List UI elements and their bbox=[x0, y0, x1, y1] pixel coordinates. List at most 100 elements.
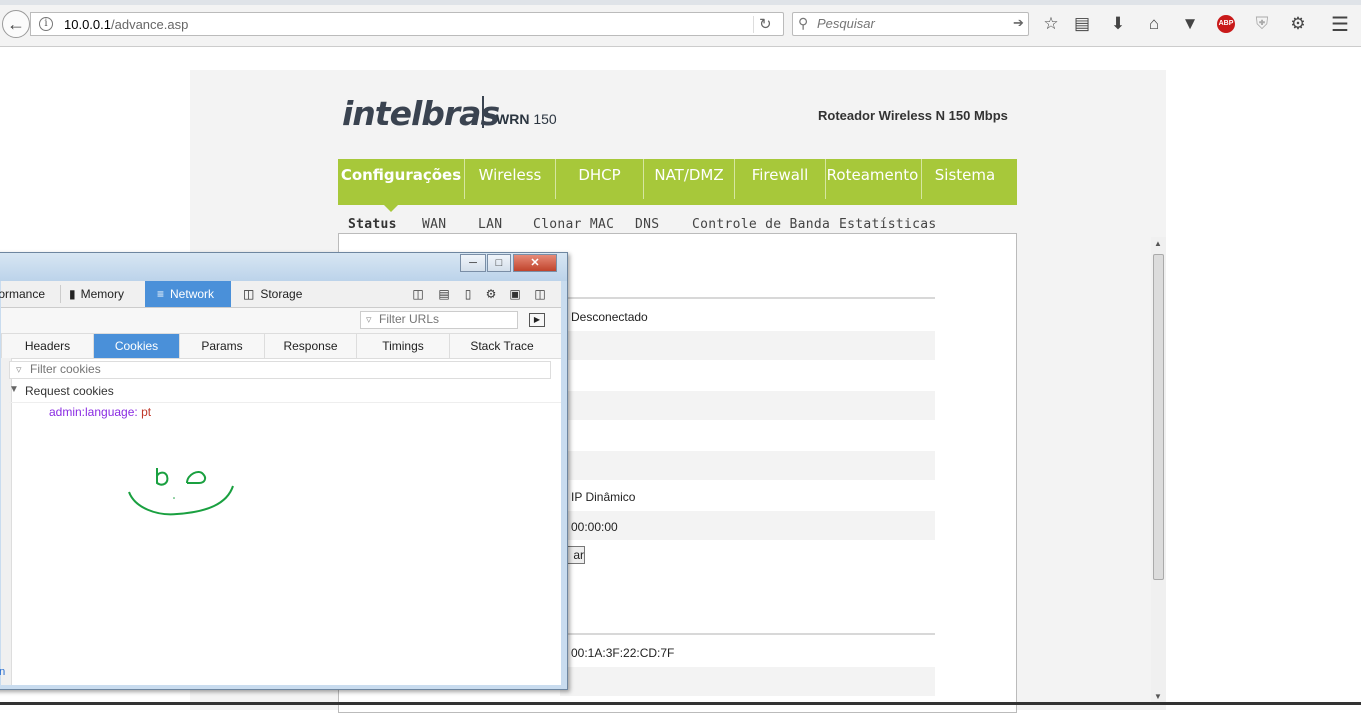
tab-memory-label: Memory bbox=[80, 287, 124, 301]
extension-icon[interactable]: ⚙ bbox=[1287, 13, 1309, 35]
adblock-icon[interactable]: ABP bbox=[1215, 13, 1237, 35]
nav-dhcp[interactable]: DHCP bbox=[556, 159, 643, 201]
settings-icon[interactable]: ⚙ bbox=[483, 286, 499, 302]
subtab-timings[interactable]: Timings bbox=[356, 334, 449, 358]
tab-performance[interactable]: rformance bbox=[0, 281, 57, 307]
nav-sistema[interactable]: Sistema bbox=[922, 159, 1008, 201]
mac-value: 00:1A:3F:22:CD:7F bbox=[571, 646, 675, 660]
reload-icon[interactable]: ↻ bbox=[759, 15, 772, 33]
subnav-controle-de-banda[interactable]: Controle de Banda bbox=[692, 217, 830, 232]
info-icon[interactable]: i bbox=[39, 17, 53, 31]
devtools-tabs: rformance ▮Memory ≡Network ◫Storage ◫ ▤ … bbox=[0, 281, 561, 308]
cookie-name: admin:language: bbox=[49, 405, 138, 419]
responsive-icon[interactable]: ▯ bbox=[460, 286, 476, 302]
request-cookies-header[interactable]: ▼ Request cookies bbox=[9, 382, 561, 403]
tab-storage[interactable]: ◫ Storage bbox=[243, 281, 323, 307]
nav-roteamento[interactable]: Roteamento bbox=[824, 159, 921, 201]
reading-list-icon[interactable]: ▤ bbox=[1071, 13, 1093, 35]
tab-network-label: Network bbox=[170, 287, 215, 301]
nav-firewall[interactable]: Firewall bbox=[735, 159, 825, 201]
dock-bottom-icon[interactable]: ▣ bbox=[507, 286, 523, 302]
cookie-value: pt bbox=[141, 405, 152, 419]
star-icon[interactable]: ☆ bbox=[1040, 13, 1062, 35]
section-divider bbox=[560, 297, 935, 299]
url-host: 10.0.0.1 bbox=[64, 17, 111, 32]
dock-side-icon[interactable]: ◫ bbox=[532, 286, 548, 302]
right-eye-stroke bbox=[186, 471, 207, 484]
pocket-icon[interactable]: ▼ bbox=[1179, 13, 1201, 35]
network-filter-row: r ▿ ▶ bbox=[1, 308, 561, 334]
console-icon[interactable]: ▤ bbox=[436, 286, 452, 302]
close-button[interactable]: ✕ bbox=[513, 254, 557, 272]
filter-cookies-box[interactable]: ▿ bbox=[9, 361, 551, 379]
subnav-lan[interactable]: LAN bbox=[478, 217, 502, 232]
search-input[interactable] bbox=[817, 16, 1007, 31]
router-tagline: Roteador Wireless N 150 Mbps bbox=[818, 108, 1008, 123]
request-list-scrollbar[interactable] bbox=[1, 358, 12, 685]
row-stripe bbox=[560, 451, 935, 480]
adblock-label: ABP bbox=[1217, 15, 1235, 33]
menu-icon[interactable]: ☰ bbox=[1329, 13, 1351, 36]
minimize-button[interactable]: ─ bbox=[460, 254, 486, 272]
left-eye-stroke bbox=[156, 468, 169, 486]
scrollbar-thumb[interactable] bbox=[1153, 254, 1164, 580]
request-detail-tabs: Headers Cookies Params Response Timings … bbox=[1, 334, 561, 359]
url-text[interactable]: 10.0.0.1/advance.asp bbox=[64, 17, 188, 32]
subtab-stack-trace[interactable]: Stack Trace bbox=[449, 334, 554, 358]
filter-cookies-input[interactable] bbox=[30, 362, 530, 376]
time-value: 00:00:00 bbox=[571, 520, 618, 534]
filter-urls-box[interactable]: ▿ bbox=[360, 311, 518, 329]
download-icon[interactable]: ⬇ bbox=[1107, 13, 1129, 35]
url-path: /advance.asp bbox=[111, 17, 189, 32]
row-stripe bbox=[560, 391, 935, 420]
subtab-params[interactable]: Params bbox=[179, 334, 264, 358]
arrow-left-icon: ← bbox=[7, 13, 25, 34]
subtab-cookies[interactable]: Cookies bbox=[93, 334, 179, 358]
nose-dot bbox=[173, 497, 175, 499]
storage-icon: ◫ bbox=[243, 287, 255, 301]
home-icon[interactable]: ⌂ bbox=[1143, 13, 1165, 35]
tab-divider bbox=[60, 285, 61, 303]
subtab-headers[interactable]: Headers bbox=[1, 334, 93, 358]
subnav-dns[interactable]: DNS bbox=[635, 217, 659, 232]
network-icon: ≡ bbox=[157, 287, 165, 301]
subnav-estatisticas[interactable]: Estatísticas bbox=[839, 217, 937, 232]
devtools-window: ─ □ ✕ rformance ▮ Memory ≡ Network ◫ Storag… bbox=[0, 252, 568, 690]
main-nav: Configurações Wireless DHCP NAT/DMZ Fire… bbox=[338, 159, 1017, 205]
row-stripe bbox=[560, 331, 935, 360]
chevron-down-icon: ▼ bbox=[9, 384, 19, 395]
devtools-titlebar[interactable]: ─ □ ✕ bbox=[0, 253, 567, 281]
filter-urls-input[interactable] bbox=[379, 312, 517, 326]
devtools-panel: rformance ▮Memory ≡Network ◫Storage ◫ ▤ … bbox=[0, 281, 561, 685]
toggle-panel-icon[interactable]: ▶ bbox=[529, 313, 545, 327]
cookie-entry[interactable]: admin:language: pt bbox=[49, 405, 151, 419]
filter-icon: ▿ bbox=[366, 314, 372, 326]
nav-configuracoes[interactable]: Configurações bbox=[338, 159, 464, 201]
model-label: WRN bbox=[496, 111, 530, 127]
url-bar[interactable]: i 10.0.0.1/advance.asp ↻ bbox=[30, 12, 784, 36]
tab-storage-label: Storage bbox=[260, 287, 303, 301]
memory-icon: ▮ bbox=[69, 287, 76, 301]
nav-wireless[interactable]: Wireless bbox=[465, 159, 555, 201]
page-scrollbar[interactable]: ▲ ▼ bbox=[1151, 237, 1166, 703]
subtab-response[interactable]: Response bbox=[264, 334, 356, 358]
nav-active-indicator bbox=[384, 205, 398, 212]
tab-strip bbox=[0, 0, 1361, 5]
tab-memory[interactable]: ▮ Memory bbox=[69, 281, 149, 307]
nav-nat-dmz[interactable]: NAT/DMZ bbox=[644, 159, 734, 201]
scroll-up-icon[interactable]: ▲ bbox=[1154, 239, 1162, 248]
maximize-button[interactable]: □ bbox=[487, 254, 511, 272]
subnav-clonar-mac[interactable]: Clonar MAC bbox=[533, 217, 614, 232]
layout-icon[interactable]: ◫ bbox=[410, 286, 426, 302]
shield-icon[interactable]: ⛨ bbox=[1251, 13, 1273, 35]
scroll-down-icon[interactable]: ▼ bbox=[1154, 692, 1162, 701]
hand-drawn-smiley bbox=[128, 468, 234, 516]
arrow-right-icon[interactable]: ➔ bbox=[1013, 15, 1024, 31]
search-bar[interactable]: ⚲ ➔ bbox=[792, 12, 1029, 36]
subnav-wan[interactable]: WAN bbox=[422, 217, 446, 232]
search-icon: ⚲ bbox=[798, 15, 809, 31]
bottom-fragment: on bbox=[0, 666, 6, 678]
back-button[interactable]: ← bbox=[2, 10, 30, 38]
tab-network[interactable]: ≡ Network bbox=[145, 281, 231, 307]
subnav-status[interactable]: Status bbox=[348, 217, 397, 232]
